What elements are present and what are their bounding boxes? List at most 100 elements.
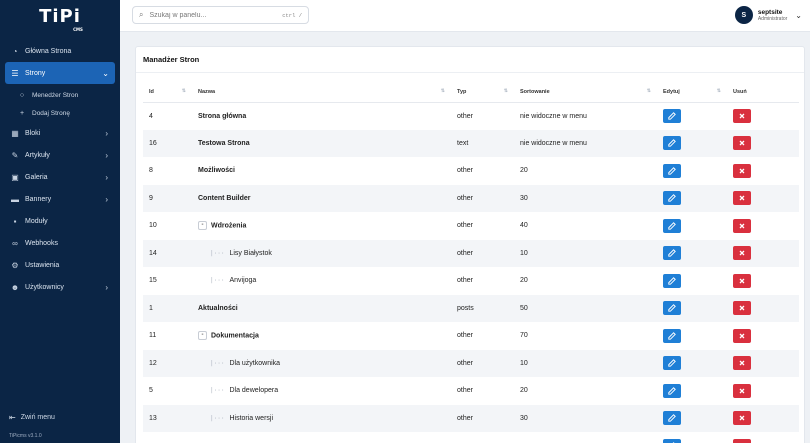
cell-id: 12 [143,349,192,377]
collapse-toggle-button[interactable]: - [198,221,207,231]
close-icon [739,168,745,174]
column-header-nazwa[interactable]: Nazwa ⇅ [192,83,451,103]
edit-icon [668,276,676,285]
edit-button[interactable] [663,301,681,316]
sidebar-item-ustawienia[interactable]: ⚙ Ustawienia [0,254,120,276]
collapse-menu-button[interactable]: ⇤ Zwiń menu [9,413,55,422]
column-header-typ[interactable]: Typ ⇅ [451,83,514,103]
close-icon [739,388,745,394]
delete-button[interactable] [733,438,751,443]
page-title: Manadżer Stron [136,47,804,73]
sidebar-item-artykuly[interactable]: ✎ Artykuły › [0,144,120,166]
delete-button[interactable] [733,301,751,316]
sidebar-item-webhooks[interactable]: ∞ Webhooks [0,232,120,254]
edit-icon [668,139,676,147]
cell-sort: 30 [514,184,657,212]
edit-icon [668,359,676,367]
cell-type: other [451,184,514,212]
cell-delete [727,349,799,377]
sidebar-item-bloki[interactable]: ▦ Bloki › [0,122,120,144]
edit-button[interactable] [663,273,681,288]
sidebar-item-label: Moduły [25,217,48,225]
avatar[interactable]: S [734,6,753,24]
sidebar-item-label: Webhooks [25,239,58,247]
edit-button[interactable] [663,383,681,398]
edit-icon [668,414,676,422]
sidebar-item-bannery[interactable]: ▬ Bannery › [0,188,120,210]
sidebar-item-glowna-strona[interactable]: ◔ Główna Strona [0,40,120,62]
edit-button[interactable] [663,328,681,343]
cell-delete [727,239,799,267]
sidebar-subitem-dodaj-strone[interactable]: + Dodaj Stronę [0,104,120,122]
edit-icon [668,221,676,230]
edit-button[interactable] [663,246,681,261]
collapse-toggle-button[interactable]: - [198,331,207,341]
edit-icon [668,304,676,312]
edit-button[interactable] [663,218,681,233]
delete-button[interactable] [733,411,751,426]
folder-icon: ▬ [11,194,19,204]
delete-button[interactable] [733,273,751,288]
cell-delete [727,129,799,157]
sidebar: TiPi CMS ◔ Główna Strona ☰ Strony ⌄ ○ Menedże… [0,0,120,443]
page-name: Anvijoga [229,277,257,285]
column-header-id[interactable]: Id ⇅ [143,83,192,103]
edit-button[interactable] [663,109,681,123]
sidebar-item-label: Bannery [25,195,52,203]
cell-delete [727,157,799,185]
chevron-down-icon[interactable]: ⌄ [795,11,802,20]
user-info: septsite Administrator [758,9,787,22]
column-header-edytuj[interactable]: Edytuj ⇅ [657,83,727,103]
sort-icon: ⇅ [503,88,508,94]
delete-button[interactable] [733,218,751,233]
cell-edit [657,212,727,240]
delete-button[interactable] [733,383,751,398]
user-name: septsite [757,8,783,16]
sidebar-subitem-menedzer-stron[interactable]: ○ Menedżer Stron [0,86,120,104]
tree-branch-icon: |··· [210,277,225,285]
cell-name: - Wdrożenia [192,212,451,240]
sidebar-item-galeria[interactable]: ▣ Galeria › [0,166,120,188]
collapse-menu-label: Zwiń menu [20,414,55,421]
sidebar-nav: ◔ Główna Strona ☰ Strony ⌄ ○ Menedżer Stron … [0,40,120,298]
sidebar-item-strony[interactable]: ☰ Strony ⌄ [5,62,115,84]
edit-button[interactable] [663,163,681,178]
edit-button[interactable] [663,191,681,206]
edit-icon [668,331,676,340]
edit-icon [668,112,676,120]
delete-button[interactable] [733,356,751,371]
delete-button[interactable] [733,136,751,151]
edit-button[interactable] [663,411,681,426]
column-header-sortowanie[interactable]: Sortowanie ⇅ [514,83,657,103]
delete-button[interactable] [733,163,751,178]
cell-type: other [457,222,473,230]
cell-name: |··· Lisy Białystok [192,239,451,267]
table-row: 16 Testowa Strona text nie widoczne w menu [143,129,799,157]
search-input[interactable] [149,11,283,19]
delete-button[interactable] [733,109,751,123]
edit-button[interactable] [663,438,681,443]
sidebar-item-uzytkownicy[interactable]: ☻ Użytkownicy › [0,276,120,298]
edit-icon [668,249,676,257]
cell-edit [657,239,727,267]
delete-button[interactable] [733,191,751,206]
column-header-usun[interactable]: Usuń [727,83,799,103]
delete-button[interactable] [733,246,751,261]
search-box[interactable]: ⌕ ctrl / [132,6,309,24]
sidebar-item-label: Użytkownicy [25,283,64,291]
sidebar-item-moduly[interactable]: ▪ Moduły [0,210,120,232]
tree-branch-icon: |··· [210,249,225,257]
edit-button[interactable] [663,356,681,371]
page-name: Content Builder [198,194,251,202]
close-icon [739,360,745,366]
cell-id: 8 [149,167,153,175]
edit-button[interactable] [663,136,681,151]
page-name: Możliwości [198,167,235,175]
sort-icon: ⇅ [181,88,186,94]
list-icon: ☰ [11,68,19,78]
delete-button[interactable] [733,328,751,343]
page-name: Dla użytkownika [229,359,281,367]
cell-edit [657,377,727,405]
logo[interactable]: TiPi CMS [0,0,120,32]
user-menu[interactable]: S septsite Administrator ⌄ [734,6,802,24]
